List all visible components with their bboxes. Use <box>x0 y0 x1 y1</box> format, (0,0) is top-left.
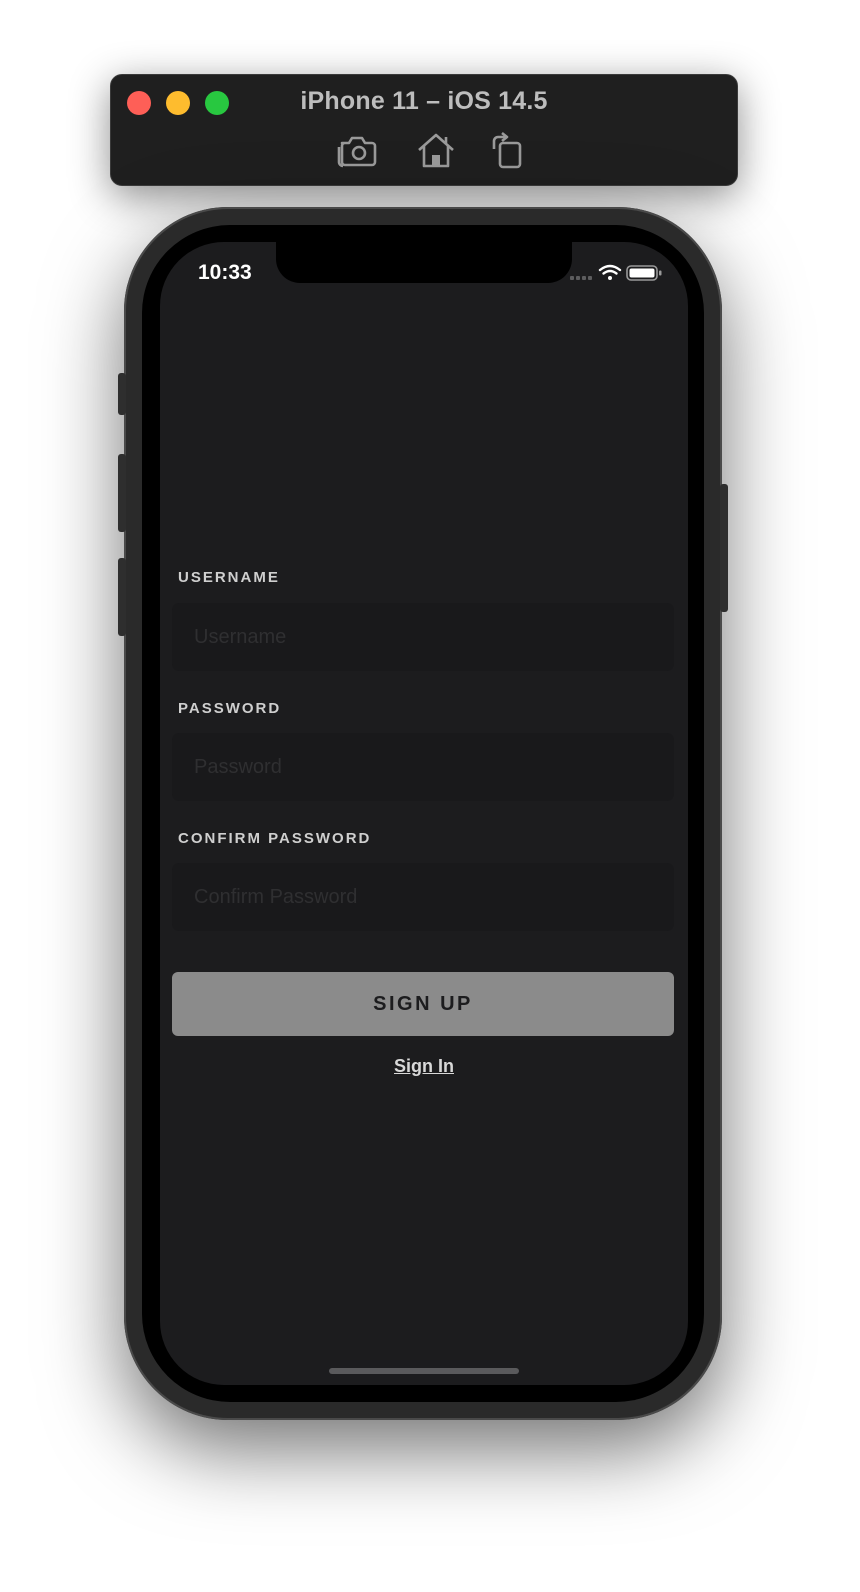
wifi-icon <box>598 264 622 280</box>
volume-down-button <box>118 558 126 636</box>
home-indicator[interactable] <box>329 1368 519 1374</box>
simulator-title-bar: iPhone 11 – iOS 14.5 <box>110 74 738 186</box>
confirm-password-label: CONFIRM PASSWORD <box>178 830 372 847</box>
status-icons <box>570 264 666 282</box>
confirm-password-input[interactable] <box>172 863 674 931</box>
username-label: USERNAME <box>178 569 280 586</box>
simulator-title: iPhone 11 – iOS 14.5 <box>300 87 548 115</box>
password-label: PASSWORD <box>178 700 282 717</box>
cellular-signal-icon <box>570 276 592 280</box>
screenshot-camera-icon[interactable] <box>337 131 381 171</box>
power-button <box>720 484 728 612</box>
password-input[interactable] <box>172 733 674 801</box>
device-screen: 10:33 USERNAME PASSWORD CONF <box>160 242 688 1385</box>
rotate-icon[interactable] <box>486 131 530 171</box>
sign-in-link[interactable]: Sign In <box>160 1056 688 1077</box>
notch <box>276 242 572 283</box>
battery-icon <box>626 265 662 281</box>
sign-up-button[interactable]: SIGN UP <box>172 972 674 1036</box>
simulator-toolbar <box>111 131 737 171</box>
status-time: 10:33 <box>198 261 252 284</box>
volume-up-button <box>118 454 126 532</box>
username-input[interactable] <box>172 603 674 671</box>
home-icon[interactable] <box>414 131 458 171</box>
silent-switch <box>118 373 126 415</box>
